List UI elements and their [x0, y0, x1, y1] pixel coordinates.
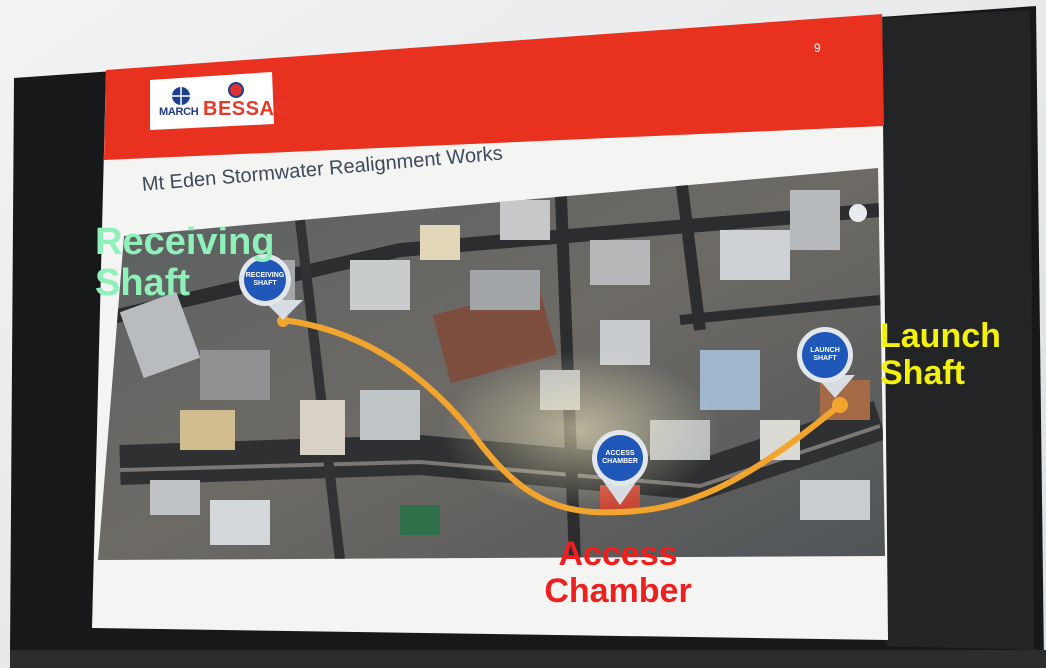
bessac-logo-text: BESSAC [203, 98, 290, 120]
receiving-shaft-annotation: Receiving Shaft [95, 221, 275, 305]
bessac-globe-icon [228, 82, 244, 98]
launch-shaft-annotation: Launch Shaft [880, 317, 1001, 392]
tv-bottom-edge [10, 650, 1046, 668]
slide-page-number: 9 [814, 41, 821, 55]
compass-icon [849, 204, 867, 222]
access-chamber-annotation: Access Chamber [544, 535, 692, 610]
route-point-launch [832, 397, 848, 413]
launch-pin-label: LAUNCH SHAFT [810, 347, 840, 362]
march-logo-text: MARCH [159, 106, 199, 118]
screen-glare [440, 350, 720, 510]
access-pin-label: ACCESS CHAMBER [602, 450, 638, 465]
